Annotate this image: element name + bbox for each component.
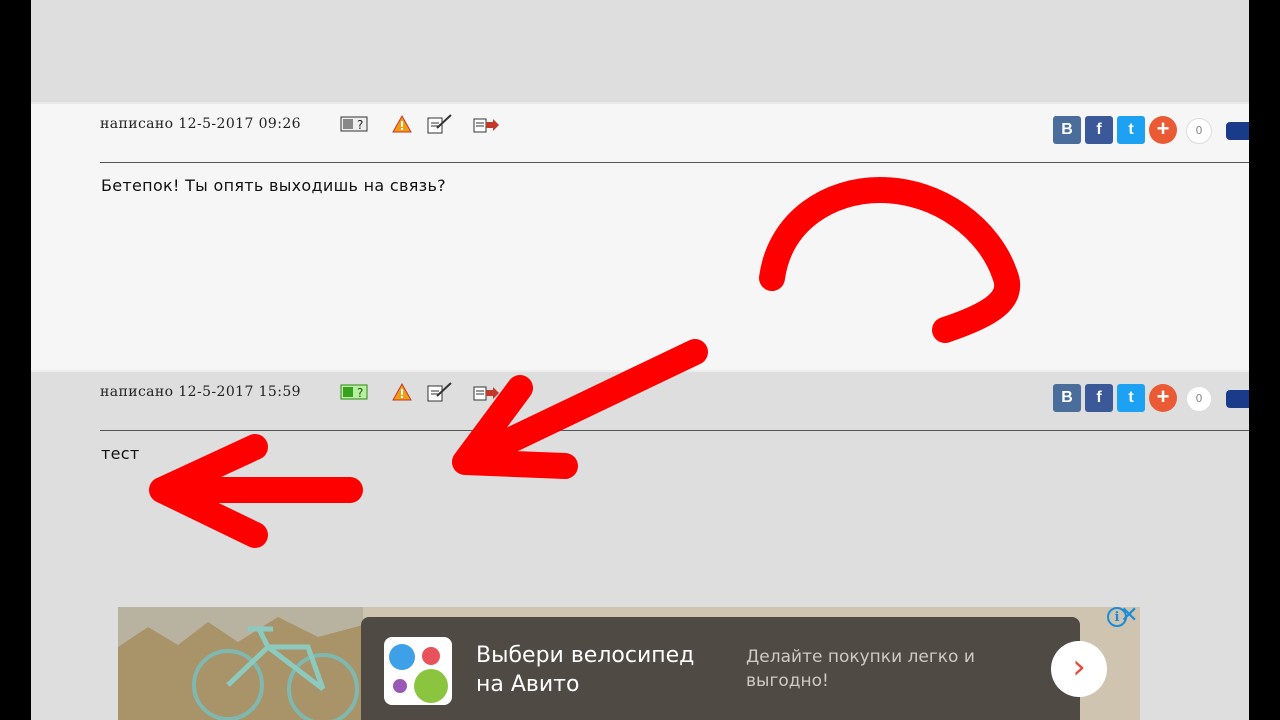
vk-icon[interactable]: B bbox=[1053, 384, 1081, 412]
share-bar: B f t + 0 bbox=[1053, 116, 1249, 150]
warning-icon[interactable] bbox=[391, 114, 421, 134]
avito-logo bbox=[384, 637, 452, 705]
post-divider bbox=[100, 430, 1249, 431]
reply-icon[interactable] bbox=[471, 114, 501, 134]
quote-icon[interactable]: ? bbox=[339, 382, 369, 402]
page-header-area bbox=[31, 0, 1249, 102]
share-count: 0 bbox=[1186, 386, 1212, 412]
scroll-top-button[interactable] bbox=[1226, 390, 1249, 408]
forum-post: написано 12-5-2017 09:26 ? Бетепок! Ты о… bbox=[31, 102, 1249, 372]
quote-icon[interactable]: ? bbox=[339, 114, 369, 134]
ad-title[interactable]: Выбери велосипед на Авито bbox=[476, 641, 716, 699]
facebook-icon[interactable]: f bbox=[1085, 116, 1113, 144]
add-share-icon[interactable]: + bbox=[1149, 116, 1177, 144]
edit-icon[interactable] bbox=[425, 382, 455, 402]
twitter-icon[interactable]: t bbox=[1117, 384, 1145, 412]
warning-icon[interactable] bbox=[391, 382, 421, 402]
post-divider bbox=[100, 162, 1249, 163]
logo-dot bbox=[389, 644, 415, 670]
twitter-icon[interactable]: t bbox=[1117, 116, 1145, 144]
chevron-right-icon[interactable]: › bbox=[1051, 641, 1107, 697]
ad-panel[interactable]: Выбери велосипед на Авито Делайте покупк… bbox=[361, 617, 1107, 720]
edit-icon[interactable] bbox=[425, 114, 455, 134]
ad-subtitle: Делайте покупки легко и выгодно! bbox=[746, 647, 975, 691]
post-text: тест bbox=[101, 444, 140, 463]
svg-text:?: ? bbox=[357, 118, 363, 132]
share-bar: B f t + 0 bbox=[1053, 384, 1249, 418]
post-text: Бетепок! Ты опять выходишь на связь? bbox=[101, 176, 446, 195]
add-share-icon[interactable]: + bbox=[1149, 384, 1177, 412]
facebook-icon[interactable]: f bbox=[1085, 384, 1113, 412]
post-meta: написано 12-5-2017 15:59 bbox=[100, 384, 301, 400]
logo-dot bbox=[422, 647, 440, 665]
vk-icon[interactable]: B bbox=[1053, 116, 1081, 144]
post-meta: написано 12-5-2017 09:26 bbox=[100, 116, 301, 132]
forum-page: написано 12-5-2017 09:26 ? Бетепок! Ты о… bbox=[31, 0, 1249, 720]
share-count: 0 bbox=[1186, 118, 1212, 144]
logo-dot bbox=[414, 669, 448, 703]
svg-text:?: ? bbox=[357, 386, 363, 400]
scroll-top-button[interactable] bbox=[1226, 122, 1249, 140]
close-icon[interactable]: ✕ bbox=[1120, 603, 1138, 628]
ad-banner[interactable]: Выбери велосипед на Авито Делайте покупк… bbox=[118, 607, 1140, 720]
bicycle-photo bbox=[118, 607, 363, 720]
reply-icon[interactable] bbox=[471, 382, 501, 402]
logo-dot bbox=[393, 679, 407, 693]
forum-post: написано 12-5-2017 15:59 ? тест B f t + bbox=[31, 370, 1249, 596]
